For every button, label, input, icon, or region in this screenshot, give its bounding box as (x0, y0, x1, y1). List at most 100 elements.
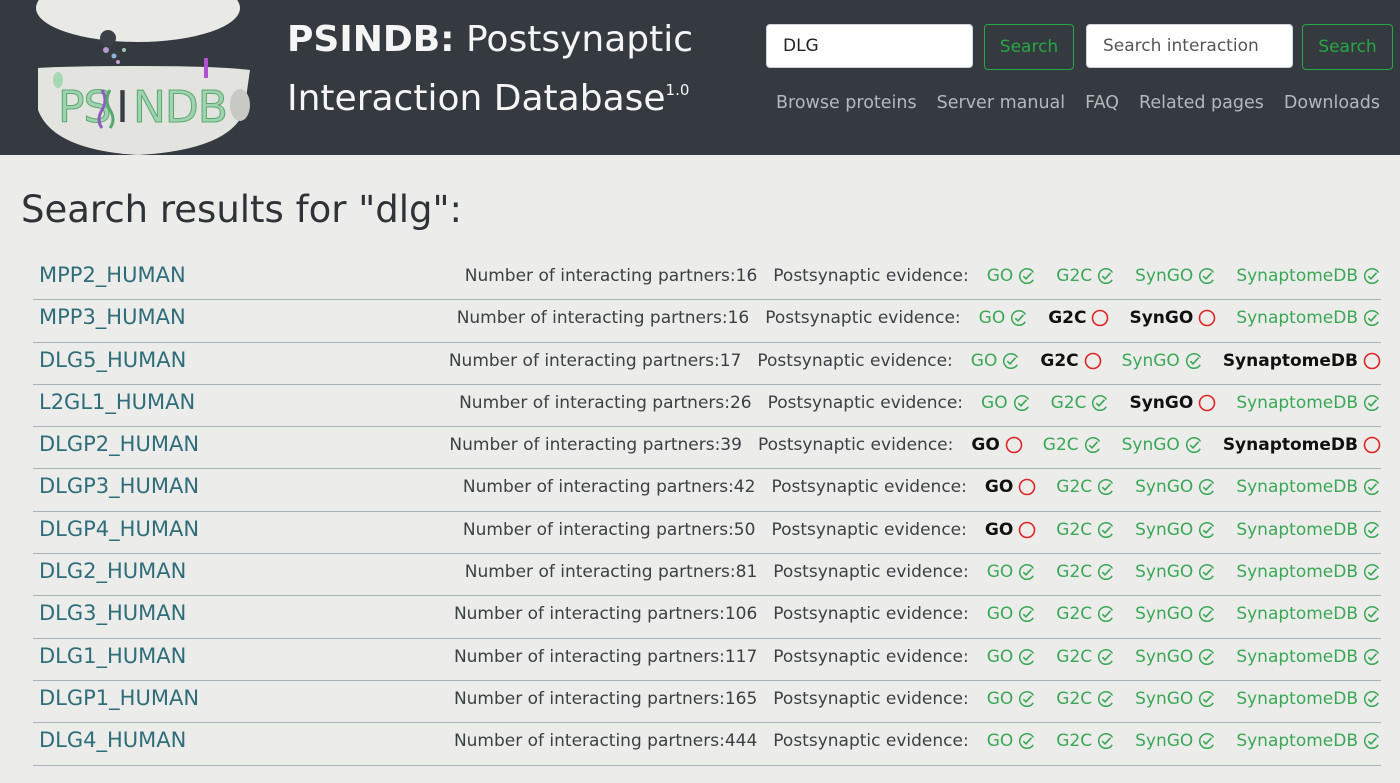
protein-link[interactable]: L2GL1_HUMAN (39, 390, 195, 414)
result-info: Number of interacting partners: 17 Postsy… (449, 351, 1381, 371)
evidence-syngo-label: SynGO (1129, 392, 1194, 413)
main-nav: Browse proteins Server manual FAQ Relate… (776, 93, 1380, 113)
check-circle-icon (1358, 309, 1381, 327)
evidence-synaptomedb[interactable]: SynaptomeDB (1236, 393, 1381, 413)
evidence-syngo[interactable]: SynGO (1135, 731, 1216, 751)
evidence-g2c[interactable]: G2C (1056, 520, 1115, 540)
evidence-g2c[interactable]: G2C (1043, 435, 1102, 455)
evidence-g2c-label: G2C (1056, 519, 1093, 540)
check-circle-icon (1358, 478, 1381, 496)
page-title: Search results for "dlg": (21, 188, 462, 231)
evidence-go[interactable]: GO (979, 308, 1029, 328)
evidence-syngo[interactable]: SynGO (1135, 520, 1216, 540)
evidence-synaptomedb-label: SynaptomeDB (1222, 350, 1358, 371)
evidence-synaptomedb[interactable]: SynaptomeDB (1236, 604, 1381, 624)
nav-faq[interactable]: FAQ (1085, 93, 1119, 113)
evidence-syngo[interactable]: SynGO (1135, 562, 1216, 582)
check-circle-icon (1180, 436, 1203, 454)
evidence-go[interactable]: GO (987, 689, 1037, 709)
check-circle-icon (1358, 732, 1381, 750)
protein-link[interactable]: MPP3_HUMAN (39, 305, 186, 329)
partners-count: 42 (733, 477, 756, 498)
result-row: MPP3_HUMAN Number of interacting partners… (33, 300, 1381, 343)
evidence-g2c[interactable]: G2C (1056, 689, 1115, 709)
check-circle-icon (1013, 690, 1036, 708)
evidence-g2c-label: G2C (1056, 604, 1093, 625)
evidence-syngo[interactable]: SynGO (1135, 647, 1216, 667)
evidence-go[interactable]: GO (981, 393, 1031, 413)
evidence-syngo[interactable]: SynGO (1135, 689, 1216, 709)
psindb-logo[interactable]: PS I NDB (28, 0, 258, 155)
nav-related-pages[interactable]: Related pages (1139, 93, 1264, 113)
partners-label: Number of interacting partners: (462, 477, 734, 498)
evidence-syngo[interactable]: SynGO (1135, 604, 1216, 624)
evidence-synaptomedb[interactable]: SynaptomeDB (1236, 308, 1381, 328)
evidence-syngo[interactable]: SynGO (1122, 351, 1203, 371)
evidence-go[interactable]: GO (987, 266, 1037, 286)
evidence-g2c[interactable]: G2C (1056, 647, 1115, 667)
evidence-synaptomedb[interactable]: SynaptomeDB (1236, 731, 1381, 751)
evidence-g2c[interactable]: G2C (1056, 604, 1115, 624)
evidence-g2c-label: G2C (1056, 562, 1093, 583)
result-info: Number of interacting partners: 16 Postsy… (457, 308, 1381, 328)
evidence-synaptomedb[interactable]: SynaptomeDB (1236, 266, 1381, 286)
interaction-search-input[interactable] (1086, 24, 1293, 68)
protein-link[interactable]: DLGP3_HUMAN (39, 474, 199, 498)
evidence-go-label: GO (970, 350, 998, 371)
evidence-synaptomedb-label: SynaptomeDB (1236, 477, 1358, 498)
empty-circle-icon (1079, 352, 1102, 370)
nav-downloads[interactable]: Downloads (1284, 93, 1380, 113)
evidence-go-label: GO (978, 308, 1006, 329)
evidence-g2c[interactable]: G2C (1056, 266, 1115, 286)
protein-link[interactable]: DLG4_HUMAN (39, 728, 186, 752)
empty-circle-icon (1193, 309, 1216, 327)
evidence-syngo[interactable]: SynGO (1135, 266, 1216, 286)
evidence-syngo-label: SynGO (1135, 646, 1194, 667)
check-circle-icon (1013, 732, 1036, 750)
evidence-g2c[interactable]: G2C (1051, 393, 1110, 413)
partners-label: Number of interacting partners: (453, 731, 725, 752)
evidence-synaptomedb[interactable]: SynaptomeDB (1236, 689, 1381, 709)
evidence-g2c[interactable]: G2C (1056, 477, 1115, 497)
evidence-g2c-label: G2C (1056, 477, 1093, 498)
site-title-rest: Postsynaptic (454, 19, 694, 60)
check-circle-icon (1092, 521, 1115, 539)
evidence-synaptomedb[interactable]: SynaptomeDB (1236, 520, 1381, 540)
check-circle-icon (1193, 732, 1216, 750)
protein-link[interactable]: DLG5_HUMAN (39, 348, 186, 372)
protein-link[interactable]: DLG3_HUMAN (39, 601, 186, 625)
protein-link[interactable]: DLGP4_HUMAN (39, 517, 199, 541)
evidence-syngo-label: SynGO (1121, 435, 1180, 456)
nav-server-manual[interactable]: Server manual (937, 93, 1066, 113)
evidence-synaptomedb[interactable]: SynaptomeDB (1236, 562, 1381, 582)
protein-link[interactable]: MPP2_HUMAN (39, 263, 186, 287)
protein-link[interactable]: DLGP2_HUMAN (39, 432, 199, 456)
evidence-g2c[interactable]: G2C (1056, 562, 1115, 582)
protein-search-button[interactable]: Search (984, 24, 1074, 70)
evidence-go: GO (971, 435, 1023, 455)
evidence-syngo[interactable]: SynGO (1135, 477, 1216, 497)
evidence-go[interactable]: GO (987, 731, 1037, 751)
evidence-label: Postsynaptic evidence: (773, 646, 969, 667)
protein-link[interactable]: DLG1_HUMAN (39, 644, 186, 668)
evidence-g2c: G2C (1048, 308, 1109, 328)
evidence-synaptomedb[interactable]: SynaptomeDB (1236, 477, 1381, 497)
interaction-search-button[interactable]: Search (1302, 24, 1393, 70)
result-row: MPP2_HUMAN Number of interacting partners… (33, 258, 1381, 301)
evidence-g2c[interactable]: G2C (1056, 731, 1115, 751)
evidence-g2c-label: G2C (1048, 308, 1087, 329)
protein-search-input[interactable] (766, 24, 973, 68)
evidence-go[interactable]: GO (987, 647, 1037, 667)
check-circle-icon (1193, 605, 1216, 623)
protein-link[interactable]: DLGP1_HUMAN (39, 686, 199, 710)
evidence-go[interactable]: GO (971, 351, 1021, 371)
evidence-syngo[interactable]: SynGO (1122, 435, 1203, 455)
empty-circle-icon (1358, 352, 1381, 370)
partners-count: 17 (719, 350, 742, 371)
evidence-synaptomedb[interactable]: SynaptomeDB (1236, 647, 1381, 667)
nav-browse-proteins[interactable]: Browse proteins (776, 93, 917, 113)
protein-link[interactable]: DLG2_HUMAN (39, 559, 186, 583)
evidence-go[interactable]: GO (987, 604, 1037, 624)
evidence-go[interactable]: GO (987, 562, 1037, 582)
check-circle-icon (1092, 648, 1115, 666)
